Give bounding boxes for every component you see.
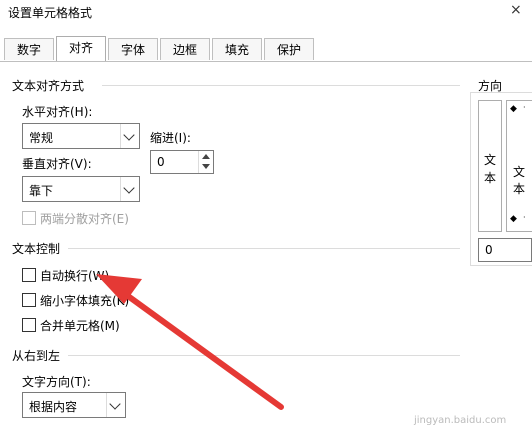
tab-alignment[interactable]: 对齐 bbox=[56, 36, 106, 61]
annotation-arrow-icon bbox=[96, 274, 284, 410]
arrow-shaft bbox=[125, 293, 284, 410]
watermark: jingyan.baidu.com bbox=[414, 415, 507, 426]
